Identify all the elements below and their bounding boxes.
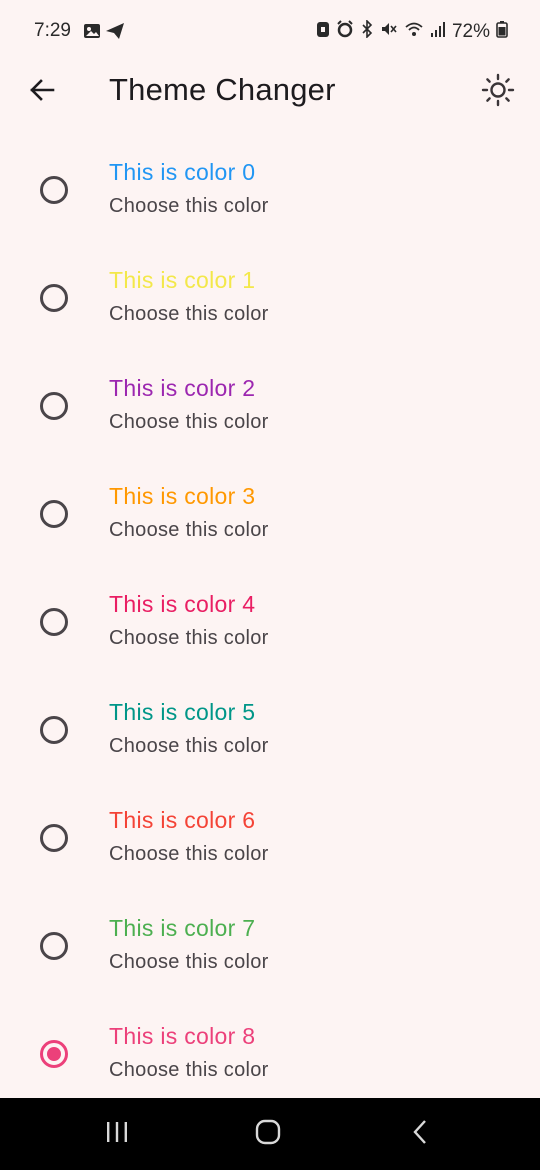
- color-option-title: This is color 4: [109, 591, 256, 617]
- color-option-subtitle: Choose this color: [109, 843, 269, 865]
- color-option-7[interactable]: This is color 7 Choose this color: [0, 890, 540, 998]
- battery-icon: [496, 20, 508, 44]
- color-option-title: This is color 0: [109, 159, 256, 185]
- recent-apps-icon: [104, 1120, 130, 1149]
- color-option-subtitle: Choose this color: [109, 195, 269, 217]
- color-option-title: This is color 5: [109, 699, 256, 725]
- color-option-subtitle: Choose this color: [109, 951, 269, 973]
- radio-unselected-icon[interactable]: [40, 716, 68, 744]
- status-time: 7:29: [34, 20, 71, 41]
- sun-icon: [481, 73, 515, 112]
- color-option-3[interactable]: This is color 3 Choose this color: [0, 458, 540, 566]
- color-option-5[interactable]: This is color 5 Choose this color: [0, 674, 540, 782]
- theme-toggle-button[interactable]: [476, 70, 520, 114]
- color-option-4[interactable]: This is color 4 Choose this color: [0, 566, 540, 674]
- radio-selected-icon[interactable]: [40, 1040, 68, 1068]
- radio-unselected-icon[interactable]: [40, 932, 68, 960]
- battery-percent: 72%: [451, 21, 490, 42]
- back-button[interactable]: [22, 72, 62, 112]
- color-option-subtitle: Choose this color: [109, 411, 269, 433]
- color-option-title: This is color 3: [109, 483, 256, 509]
- nav-back-button[interactable]: [400, 1116, 440, 1152]
- color-option-2[interactable]: This is color 2 Choose this color: [0, 350, 540, 458]
- color-option-subtitle: Choose this color: [109, 627, 269, 649]
- status-bar: 7:29 72%: [0, 0, 540, 62]
- system-navigation-bar: [0, 1098, 540, 1170]
- radio-unselected-icon[interactable]: [40, 392, 68, 420]
- color-option-1[interactable]: This is color 1 Choose this color: [0, 242, 540, 350]
- home-icon: [255, 1119, 281, 1150]
- chevron-left-icon: [410, 1118, 430, 1151]
- wifi-icon: [404, 20, 424, 44]
- alarm-icon: [336, 20, 354, 44]
- gallery-icon: [83, 22, 101, 45]
- signal-icon: [430, 20, 446, 44]
- color-option-title: This is color 1: [109, 267, 256, 293]
- color-option-subtitle: Choose this color: [109, 303, 269, 325]
- color-list: This is color 0 Choose this color This is …: [0, 134, 540, 1106]
- radio-unselected-icon[interactable]: [40, 500, 68, 528]
- radio-unselected-icon[interactable]: [40, 824, 68, 852]
- color-option-8[interactable]: This is color 8 Choose this color: [0, 998, 540, 1106]
- mute-icon: [380, 20, 398, 44]
- color-option-0[interactable]: This is color 0 Choose this color: [0, 134, 540, 242]
- color-option-title: This is color 7: [109, 915, 256, 941]
- radio-unselected-icon[interactable]: [40, 608, 68, 636]
- lock-battery-icon: [316, 20, 330, 44]
- color-option-title: This is color 2: [109, 375, 256, 401]
- telegram-icon: [105, 22, 125, 45]
- color-option-6[interactable]: This is color 6 Choose this color: [0, 782, 540, 890]
- color-option-subtitle: Choose this color: [109, 1059, 269, 1081]
- arrow-back-icon: [28, 76, 56, 109]
- app-bar: Theme Changer: [0, 62, 540, 120]
- color-option-subtitle: Choose this color: [109, 519, 269, 541]
- radio-unselected-icon[interactable]: [40, 176, 68, 204]
- home-button[interactable]: [248, 1116, 288, 1152]
- color-option-subtitle: Choose this color: [109, 735, 269, 757]
- page-title: Theme Changer: [109, 72, 336, 107]
- color-option-title: This is color 6: [109, 807, 256, 833]
- radio-unselected-icon[interactable]: [40, 284, 68, 312]
- color-option-title: This is color 8: [109, 1023, 256, 1049]
- bluetooth-icon: [360, 19, 374, 44]
- recent-apps-button[interactable]: [97, 1116, 137, 1152]
